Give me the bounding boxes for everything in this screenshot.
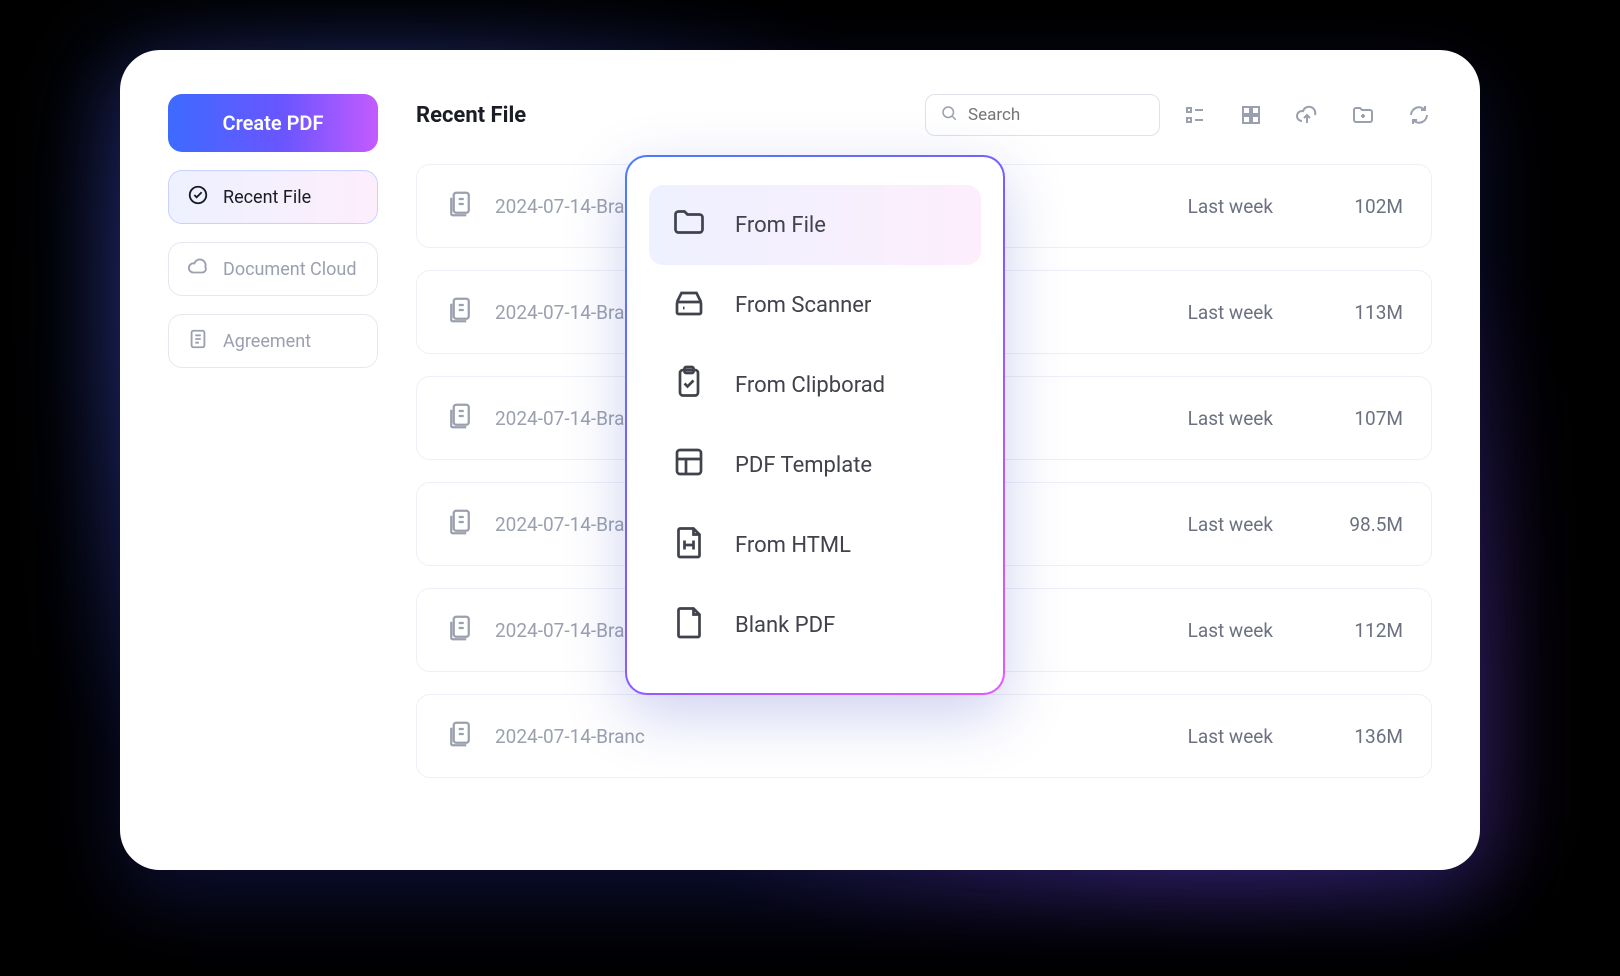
- menu-item-label: Blank PDF: [735, 613, 835, 638]
- document-stack-icon: [445, 189, 475, 224]
- file-size: 113M: [1293, 301, 1403, 324]
- file-date: Last week: [1133, 725, 1273, 748]
- sidebar-item-recent-file[interactable]: Recent File: [168, 170, 378, 224]
- clock-check-icon: [187, 184, 209, 211]
- grid-view-icon[interactable]: [1238, 102, 1264, 128]
- menu-item-label: From Scanner: [735, 293, 871, 318]
- file-size: 102M: [1293, 195, 1403, 218]
- document-stack-icon: [445, 719, 475, 754]
- sidebar-item-label: Document Cloud: [223, 259, 356, 280]
- document-icon: [187, 328, 209, 355]
- new-folder-icon[interactable]: [1350, 102, 1376, 128]
- menu-item-label: PDF Template: [735, 453, 872, 478]
- topbar: Recent File: [416, 94, 1432, 136]
- sidebar-item-label: Agreement: [223, 331, 311, 352]
- document-stack-icon: [445, 507, 475, 542]
- template-icon: [671, 444, 707, 486]
- document-stack-icon: [445, 613, 475, 648]
- file-size: 107M: [1293, 407, 1403, 430]
- menu-item-from-scanner[interactable]: From Scanner: [649, 265, 981, 345]
- file-size: 98.5M: [1293, 513, 1403, 536]
- folder-icon: [671, 204, 707, 246]
- list-view-icon[interactable]: [1182, 102, 1208, 128]
- file-name: 2024-07-14-Branc: [495, 725, 1113, 748]
- search-icon: [940, 104, 958, 126]
- file-date: Last week: [1133, 407, 1273, 430]
- file-date: Last week: [1133, 513, 1273, 536]
- document-stack-icon: [445, 401, 475, 436]
- menu-item-from-html[interactable]: From HTML: [649, 505, 981, 585]
- blank-file-icon: [671, 604, 707, 646]
- file-size: 112M: [1293, 619, 1403, 642]
- page-title: Recent File: [416, 103, 526, 128]
- search-input[interactable]: [968, 105, 1145, 125]
- menu-item-label: From HTML: [735, 533, 851, 558]
- sidebar-item-agreement[interactable]: Agreement: [168, 314, 378, 368]
- create-pdf-menu: From File From Scanner From Clipborad PD…: [625, 155, 1005, 695]
- refresh-icon[interactable]: [1406, 102, 1432, 128]
- sidebar: Create PDF Recent File Document Cloud: [168, 94, 378, 826]
- search-box[interactable]: [925, 94, 1160, 136]
- file-row[interactable]: 2024-07-14-Branc Last week 136M: [416, 694, 1432, 778]
- cloud-icon: [187, 256, 209, 283]
- menu-item-label: From Clipborad: [735, 373, 885, 398]
- file-date: Last week: [1133, 301, 1273, 324]
- file-size: 136M: [1293, 725, 1403, 748]
- menu-item-blank-pdf[interactable]: Blank PDF: [649, 585, 981, 665]
- menu-item-pdf-template[interactable]: PDF Template: [649, 425, 981, 505]
- create-pdf-button[interactable]: Create PDF: [168, 94, 378, 152]
- file-date: Last week: [1133, 195, 1273, 218]
- upload-cloud-icon[interactable]: [1294, 102, 1320, 128]
- menu-item-label: From File: [735, 213, 826, 238]
- document-stack-icon: [445, 295, 475, 330]
- toolbar-icons: [1182, 102, 1432, 128]
- sidebar-item-label: Recent File: [223, 187, 311, 208]
- menu-item-from-clipboard[interactable]: From Clipborad: [649, 345, 981, 425]
- clipboard-check-icon: [671, 364, 707, 406]
- menu-item-from-file[interactable]: From File: [649, 185, 981, 265]
- html-file-icon: [671, 524, 707, 566]
- sidebar-item-document-cloud[interactable]: Document Cloud: [168, 242, 378, 296]
- scanner-icon: [671, 284, 707, 326]
- file-date: Last week: [1133, 619, 1273, 642]
